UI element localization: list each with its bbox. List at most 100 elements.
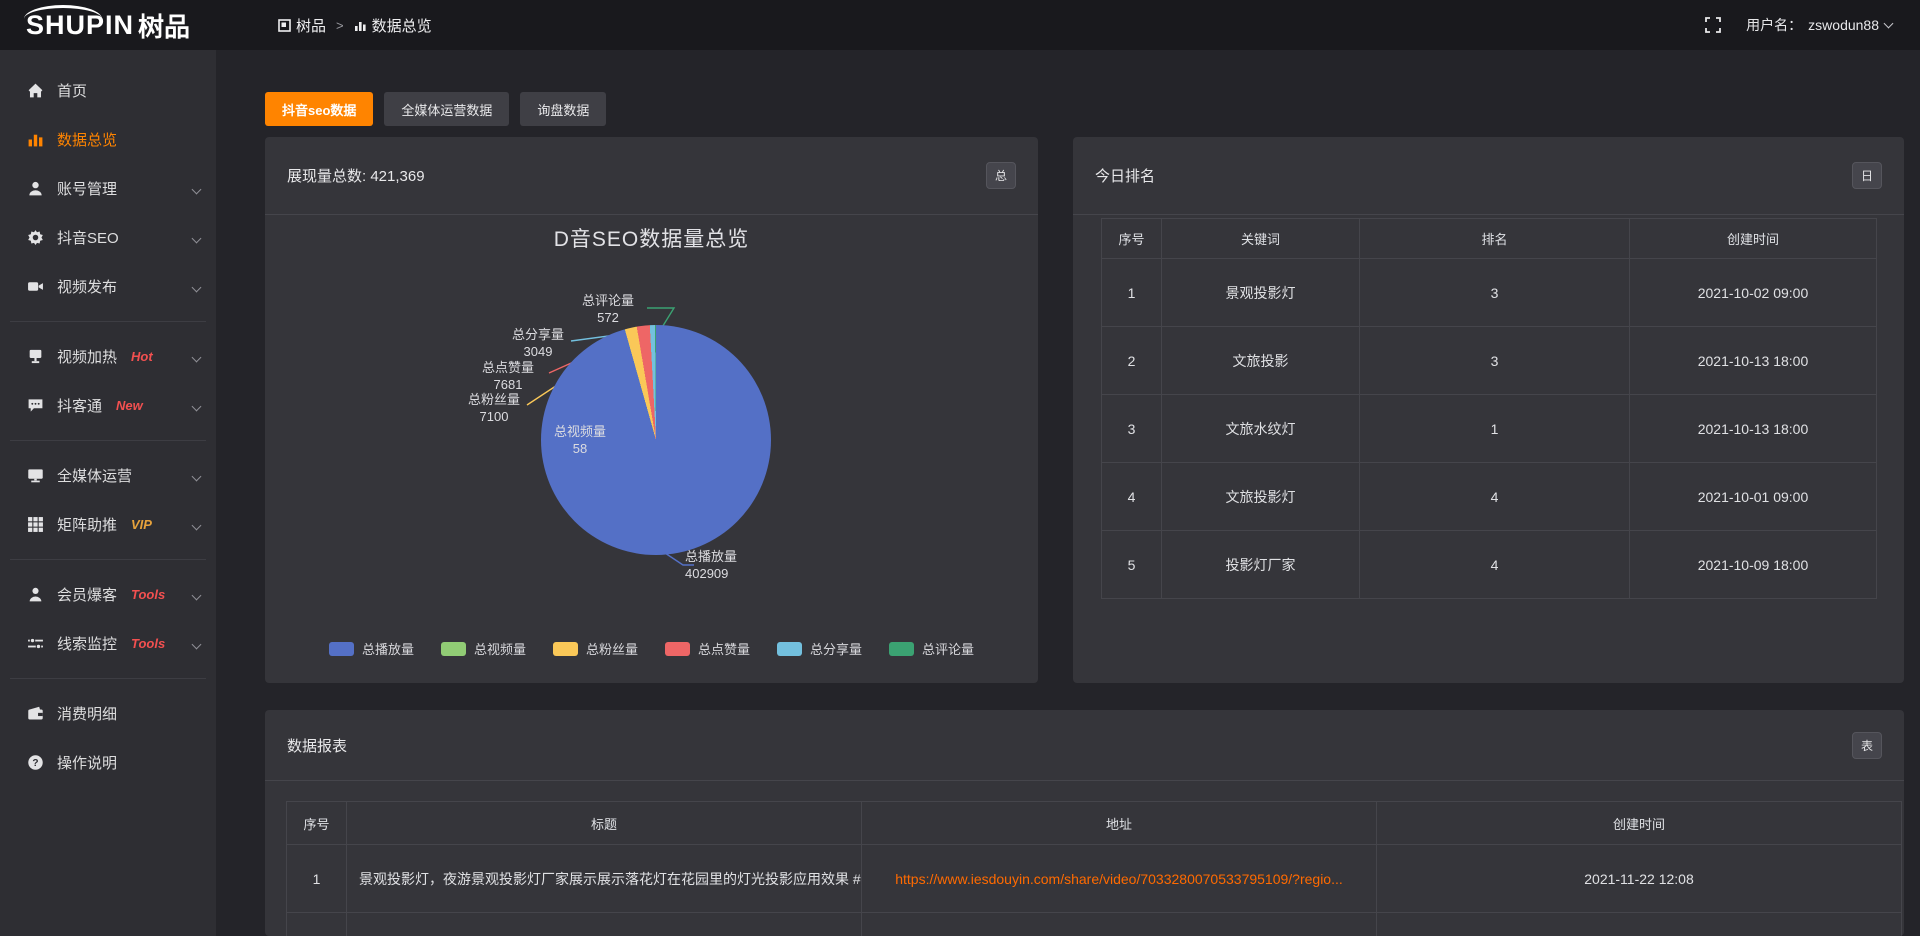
legend-swatch <box>441 642 466 656</box>
fullscreen-icon[interactable] <box>1704 16 1722 34</box>
sidebar-item-0[interactable]: 首页 <box>0 66 216 115</box>
sidebar-item-13[interactable]: 线索监控 Tools <box>0 619 216 668</box>
table-cell: 2 <box>1102 327 1162 395</box>
logo[interactable]: SHUPIN 树品 <box>0 0 216 50</box>
sidebar-item-15[interactable]: 消费明细 <box>0 689 216 738</box>
today-ranking-panel: 今日排名 日 序号关键词排名创建时间 1景观投影灯32021-10-02 09:… <box>1073 137 1904 683</box>
table-cell: 投影灯厂家 <box>1162 531 1360 599</box>
ranking-table: 序号关键词排名创建时间 1景观投影灯32021-10-02 09:002文旅投影… <box>1101 218 1877 599</box>
table-row: 4文旅投影灯42021-10-01 09:00 <box>1102 463 1877 531</box>
sidebar-item-3[interactable]: 抖音SEO <box>0 213 216 262</box>
table-cell <box>287 913 347 936</box>
sidebar-item-7[interactable]: 抖客通 New <box>0 381 216 430</box>
sidebar-item-6[interactable]: 视频加热Hot <box>0 332 216 381</box>
legend-item-0[interactable]: 总播放量 <box>329 639 414 658</box>
sidebar-divider <box>10 321 206 322</box>
report-panel-title: 数据报表 <box>287 735 347 756</box>
legend-label: 总评论量 <box>922 639 974 658</box>
data-report-panel: 数据报表 表 序号标题地址创建时间 1景观投影灯，夜游景观投影灯厂家展示展示落花… <box>265 710 1904 936</box>
legend-label: 总分享量 <box>810 639 862 658</box>
chart-panel: 展现量总数: 421,369 总 D音SEO数据量总览 总播放量402909总视… <box>265 137 1038 683</box>
tab-2[interactable]: 询盘数据 <box>520 92 606 126</box>
main-content: 抖音seo数据全媒体运营数据询盘数据 展现量总数: 421,369 总 D音SE… <box>216 50 1920 936</box>
sidebar-item-12[interactable]: 会员爆客Tools <box>0 570 216 619</box>
legend-item-2[interactable]: 总粉丝量 <box>553 639 638 658</box>
sidebar-item-label: 首页 <box>57 80 87 101</box>
report-col-header: 标题 <box>347 802 862 845</box>
sidebar-item-badge: Tools <box>131 636 165 651</box>
ranking-col-header: 排名 <box>1360 219 1630 259</box>
chart-title: D音SEO数据量总览 <box>265 223 1038 253</box>
sidebar-item-10[interactable]: 矩阵助推VIP <box>0 500 216 549</box>
report-table-head: 序号标题地址创建时间 <box>287 802 1902 845</box>
breadcrumb-current[interactable]: 数据总览 <box>354 15 432 36</box>
table-cell: 文旅投影 <box>1162 327 1360 395</box>
pie-label-2: 总粉丝量7100 <box>447 391 541 425</box>
legend-item-5[interactable]: 总评论量 <box>889 639 974 658</box>
sidebar-item-badge: New <box>116 398 143 413</box>
pie-label-5: 总评论量572 <box>561 292 655 326</box>
video-url-link[interactable]: https://www.iesdouyin.com/share/video/70… <box>895 871 1343 887</box>
monitor-icon <box>27 467 44 484</box>
ranking-col-header: 关键词 <box>1162 219 1360 259</box>
report-url-cell: https://www.iesdouyin.com/share/video/70… <box>862 845 1377 913</box>
topbar-right: 用户名： zswodun88 <box>1704 15 1920 35</box>
report-col-header: 地址 <box>862 802 1377 845</box>
chevron-down-icon <box>192 234 202 244</box>
sliders-icon <box>27 635 44 652</box>
bar-chart-icon <box>27 131 44 148</box>
table-row: 5投影灯厂家42021-10-09 18:00 <box>1102 531 1877 599</box>
sidebar-item-1[interactable]: 数据总览 <box>0 115 216 164</box>
legend-swatch <box>553 642 578 656</box>
sidebar-item-label: 线索监控 <box>57 633 117 654</box>
legend-item-1[interactable]: 总视频量 <box>441 639 526 658</box>
sidebar-divider <box>10 678 206 679</box>
sidebar-item-label: 视频发布 <box>57 276 117 297</box>
ranking-col-header: 序号 <box>1102 219 1162 259</box>
breadcrumb-root[interactable]: 树品 <box>278 15 326 36</box>
sidebar-item-2[interactable]: 账号管理 <box>0 164 216 213</box>
table-cell <box>347 913 862 936</box>
pie-label-name: 总播放量 <box>685 549 737 564</box>
sidebar-item-badge: VIP <box>131 517 152 532</box>
user-menu[interactable]: 用户名： zswodun88 <box>1746 15 1892 35</box>
gear-icon <box>27 229 44 246</box>
day-badge-button[interactable]: 日 <box>1852 162 1882 189</box>
username-label: 用户名： <box>1746 15 1802 35</box>
sidebar-item-badge: Hot <box>131 349 153 364</box>
pie-label-value: 572 <box>561 309 655 326</box>
chevron-down-icon <box>192 185 202 195</box>
total-badge-button[interactable]: 总 <box>986 162 1016 189</box>
table-cell: 4 <box>1360 463 1630 531</box>
report-col-header: 序号 <box>287 802 347 845</box>
legend-swatch <box>665 642 690 656</box>
ranking-panel-header: 今日排名 日 <box>1073 137 1904 215</box>
table-badge-button[interactable]: 表 <box>1852 732 1882 759</box>
legend-label: 总视频量 <box>474 639 526 658</box>
table-cell: 4 <box>1360 531 1630 599</box>
chevron-down-icon <box>192 640 202 650</box>
app-root: SHUPIN 树品 树品 > 数据总览 用户名： zswodun88 <box>0 0 1920 936</box>
sidebar-item-16[interactable]: ?操作说明 <box>0 738 216 787</box>
table-cell: 2021-10-13 18:00 <box>1630 327 1877 395</box>
sidebar-item-4[interactable]: 视频发布 <box>0 262 216 311</box>
wallet-icon <box>27 705 44 722</box>
table-row: 1景观投影灯32021-10-02 09:00 <box>1102 259 1877 327</box>
legend-swatch <box>889 642 914 656</box>
pie-label-name: 总点赞量 <box>482 360 534 375</box>
table-cell: 3 <box>1360 327 1630 395</box>
chevron-down-icon <box>1884 18 1894 28</box>
legend-label: 总播放量 <box>362 639 414 658</box>
sidebar-item-label: 会员爆客 <box>57 584 117 605</box>
sidebar-item-label: 抖音SEO <box>57 227 119 248</box>
sidebar-item-label: 抖客通 <box>57 395 102 416</box>
sidebar-item-9[interactable]: 全媒体运营 <box>0 451 216 500</box>
sidebar-item-label: 数据总览 <box>57 129 117 150</box>
pie-label-value: 58 <box>533 440 627 457</box>
table-cell: 4 <box>1102 463 1162 531</box>
report-table: 序号标题地址创建时间 1景观投影灯，夜游景观投影灯厂家展示展示落花灯在花园里的灯… <box>286 801 1902 936</box>
tab-1[interactable]: 全媒体运营数据 <box>384 92 509 126</box>
legend-item-4[interactable]: 总分享量 <box>777 639 862 658</box>
legend-item-3[interactable]: 总点赞量 <box>665 639 750 658</box>
tab-0[interactable]: 抖音seo数据 <box>265 92 373 126</box>
